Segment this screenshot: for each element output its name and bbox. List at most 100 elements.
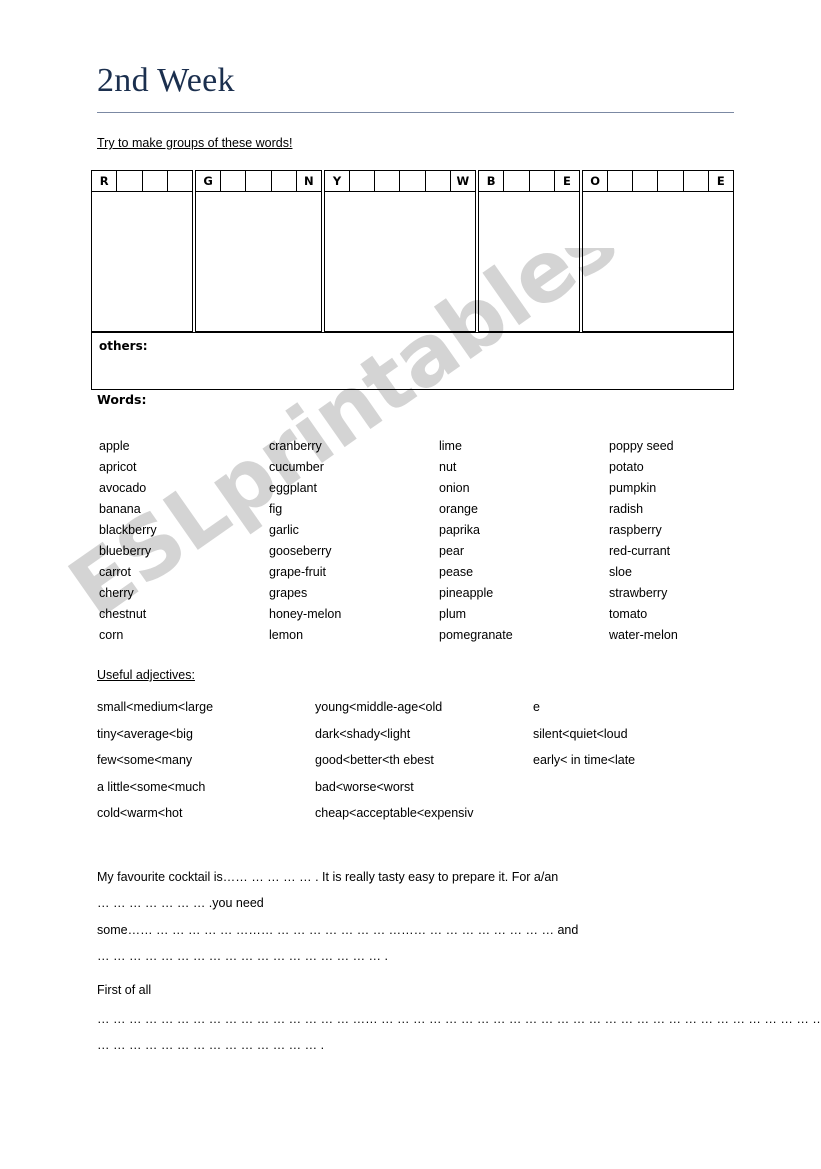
- word-item: pease: [439, 565, 474, 579]
- word-item: orange: [439, 502, 478, 516]
- red-group-blank-cell[interactable]: [117, 171, 143, 191]
- cocktail-fill-line-1[interactable]: some…… … … … … … ……… … … … … … … … ……… ……: [97, 917, 578, 943]
- adjective-item: young<middle-age<old: [315, 700, 443, 714]
- page-title: 2nd Week: [97, 62, 235, 99]
- first-of-all-label: First of all: [97, 983, 152, 997]
- word-item: pineapple: [439, 586, 494, 600]
- orange-group-blank-cell[interactable]: [633, 171, 659, 191]
- adjective-item: a little<some<much: [97, 779, 206, 794]
- grouping-table: RGNYWBEOE: [91, 170, 734, 332]
- word-item: eggplant: [269, 481, 317, 495]
- yellow-group-letter-y: Y: [325, 171, 351, 191]
- blue-group-blank-cell[interactable]: [530, 171, 555, 191]
- adjectives-column-2: young<middle-age<old dark<shady<light good…: [315, 694, 533, 827]
- word-item: tomato: [609, 607, 648, 621]
- adjective-item: early< in time<late: [533, 753, 636, 767]
- green-group-letters: GN: [195, 170, 322, 192]
- yellow-group-letter-w: W: [451, 171, 476, 191]
- adjective-item: silent<quiet<loud: [533, 726, 628, 741]
- green-group-answer-area[interactable]: [195, 192, 322, 332]
- adjectives-title: Useful adjectives:: [97, 668, 195, 682]
- word-item: grapes: [269, 586, 308, 600]
- blue-group-answer-area[interactable]: [478, 192, 580, 332]
- word-item: apricot: [99, 460, 137, 474]
- word-item: plum: [439, 607, 467, 621]
- adjective-item: bad<worse<worst: [315, 779, 414, 794]
- instruction-text: Try to make groups of these words!: [97, 136, 293, 150]
- yellow-group: YW: [324, 170, 476, 332]
- first-of-all-fill-line-2[interactable]: … … … … … … … … … … … … … … .: [97, 1038, 324, 1052]
- green-group-blank-cell[interactable]: [221, 171, 247, 191]
- red-group-answer-area[interactable]: [91, 192, 193, 332]
- green-group-blank-cell[interactable]: [272, 171, 297, 191]
- first-of-all-fill-line-1[interactable]: … … … … … … … … … … … … … … … … …… … … ……: [97, 1012, 821, 1026]
- cocktail-line-2: … … … … … … … .you need: [97, 896, 264, 910]
- word-item: cucumber: [269, 460, 324, 474]
- cocktail-paragraph: My favourite cocktail is…… … … … … . It …: [97, 864, 697, 916]
- yellow-group-blank-cell[interactable]: [400, 171, 426, 191]
- adjective-item: tiny<average<big: [97, 726, 193, 741]
- word-item: raspberry: [609, 523, 662, 537]
- word-item: garlic: [269, 523, 299, 537]
- words-column-3: lime nut onion orange paprika pear pease pineap…: [439, 436, 609, 646]
- red-group: R: [91, 170, 193, 332]
- words-column-4: poppy seed potato pumpkin radish raspberry re…: [609, 436, 739, 646]
- word-item: carrot: [99, 565, 131, 579]
- grouping-table-row: RGNYWBEOE: [91, 170, 734, 332]
- word-item: grape-fruit: [269, 565, 326, 579]
- word-item: banana: [99, 502, 141, 516]
- yellow-group-answer-area[interactable]: [324, 192, 476, 332]
- cocktail-fill-line-2[interactable]: … … … … … … … … … … … … … … … … … … .: [97, 943, 388, 969]
- word-item: pumpkin: [609, 481, 657, 495]
- orange-group-answer-area[interactable]: [582, 192, 734, 332]
- adjective-item: good<better<th ebest: [315, 753, 434, 767]
- word-item: sloe: [609, 565, 632, 579]
- orange-group: OE: [582, 170, 734, 332]
- word-item: lime: [439, 439, 462, 453]
- orange-group-letters: OE: [582, 170, 734, 192]
- word-item: avocado: [99, 481, 147, 495]
- word-item: pear: [439, 544, 465, 558]
- word-item: apple: [99, 439, 130, 453]
- yellow-group-blank-cell[interactable]: [426, 171, 451, 191]
- words-column-2: cranberry cucumber eggplant fig garlic gooseb…: [269, 436, 439, 646]
- word-item: lemon: [269, 628, 304, 642]
- orange-group-letter-e: E: [709, 171, 734, 191]
- adjectives-column-1: small<medium<large tiny<average<big few<so…: [97, 694, 315, 827]
- worksheet-page: ESLprintables.com 2nd Week Try to make g…: [0, 0, 821, 1169]
- adjectives-list: small<medium<large tiny<average<big few<so…: [97, 694, 737, 827]
- yellow-group-blank-cell[interactable]: [350, 171, 376, 191]
- red-group-blank-cell[interactable]: [143, 171, 168, 191]
- blue-group-letter-b: B: [479, 171, 505, 191]
- others-box[interactable]: others:: [91, 332, 734, 390]
- orange-group-blank-cell[interactable]: [658, 171, 684, 191]
- adjective-item: e: [533, 700, 540, 714]
- words-list: apple apricot avocado banana blackberry blueb…: [99, 436, 739, 646]
- red-group-blank-cell[interactable]: [168, 171, 193, 191]
- word-item: chestnut: [99, 607, 147, 621]
- word-item: pomegranate: [439, 628, 513, 642]
- adjective-item: cold<warm<hot: [97, 806, 183, 820]
- orange-group-blank-cell[interactable]: [608, 171, 634, 191]
- blue-group: BE: [478, 170, 580, 332]
- orange-group-blank-cell[interactable]: [684, 171, 709, 191]
- word-item: poppy seed: [609, 439, 674, 453]
- adjective-item: dark<shady<light: [315, 726, 411, 741]
- words-label: Words:: [97, 392, 147, 407]
- word-item: fig: [269, 502, 283, 516]
- yellow-group-letters: YW: [324, 170, 476, 192]
- yellow-group-blank-cell[interactable]: [375, 171, 401, 191]
- blue-group-blank-cell[interactable]: [504, 171, 530, 191]
- word-item: corn: [99, 628, 124, 642]
- blue-group-letter-e: E: [555, 171, 580, 191]
- title-divider: [97, 112, 734, 113]
- green-group-letter-n: N: [297, 171, 322, 191]
- blue-group-letters: BE: [478, 170, 580, 192]
- green-group-blank-cell[interactable]: [246, 171, 272, 191]
- red-group-letter-r: R: [92, 171, 118, 191]
- word-item: strawberry: [609, 586, 668, 600]
- word-item: cherry: [99, 586, 134, 600]
- adjective-item: cheap<acceptable<expensiv: [315, 806, 474, 820]
- word-item: paprika: [439, 523, 480, 537]
- adjectives-column-3: e silent<quiet<loud early< in time<late: [533, 694, 733, 827]
